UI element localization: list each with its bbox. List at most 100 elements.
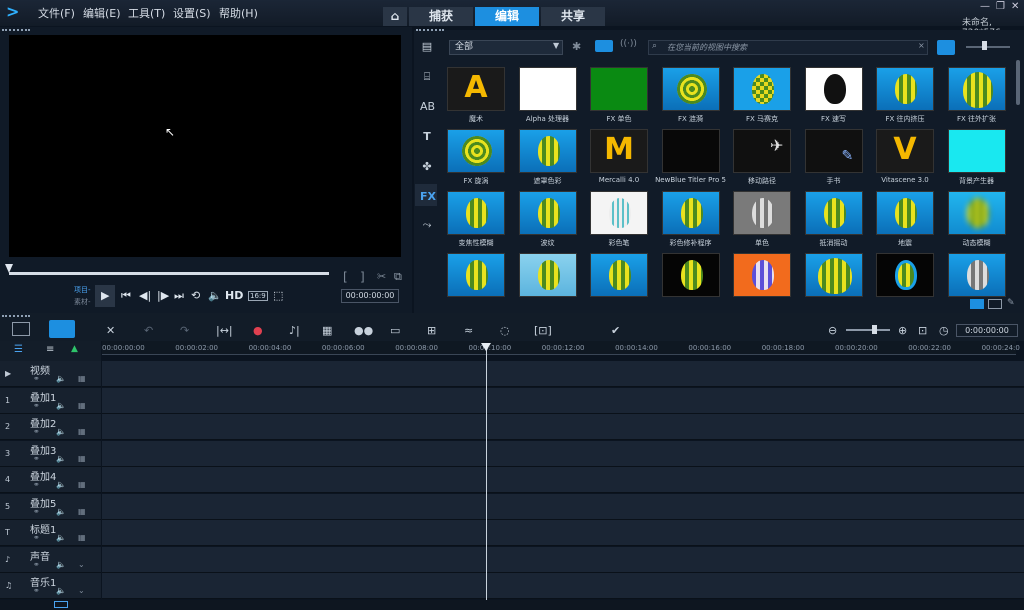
link-icon[interactable]: ⚭ (33, 454, 40, 463)
subtitle-editor-icon[interactable]: ▭ (390, 324, 400, 337)
mute-icon[interactable]: 🔈 (56, 480, 66, 489)
transition-icon[interactable]: AB (420, 100, 435, 114)
link-icon[interactable]: ⚭ (33, 586, 40, 595)
timeline-ruler[interactable] (102, 341, 1016, 355)
effect-preview[interactable] (804, 191, 863, 235)
effect-preview[interactable] (947, 129, 1006, 173)
mute-icon[interactable]: 🔈 (56, 586, 66, 595)
track-header[interactable]: 3 叠加3 ⚭ 🔈 ▦ (0, 440, 101, 467)
effect-preview[interactable]: M (590, 129, 648, 173)
library-scrollbar[interactable] (1016, 60, 1020, 105)
pan-zoom-icon[interactable]: [⊡] (534, 324, 552, 337)
timecode-field[interactable]: 00:00:00:00 (341, 289, 399, 303)
effect-thumbnail[interactable] (733, 253, 793, 299)
track-header[interactable]: 1 叠加1 ⚭ 🔈 ▦ (0, 387, 101, 414)
home-icon[interactable]: ⏮ (121, 289, 131, 303)
link-icon[interactable]: ⚭ (33, 427, 40, 436)
effect-preview[interactable] (518, 129, 577, 173)
track-header[interactable]: 4 叠加4 ⚭ 🔈 ▦ (0, 467, 101, 493)
title-icon[interactable]: T (420, 130, 434, 144)
effect-preview[interactable] (661, 253, 720, 297)
menu-edit[interactable]: 编辑(E) (83, 5, 121, 21)
effect-thumbnail[interactable]: 变焦性模糊 (447, 191, 507, 251)
menu-file[interactable]: 文件(F) (38, 5, 75, 21)
storyboard-view-icon[interactable] (12, 322, 30, 336)
preview-window[interactable] (9, 35, 401, 257)
mask-creator-icon[interactable]: ◌ (500, 324, 510, 337)
effect-thumbnail[interactable]: FX 速写 (804, 67, 865, 127)
time-remapping-icon[interactable]: ≈ (464, 324, 473, 337)
effect-preview[interactable] (947, 253, 1006, 297)
list-view-icon[interactable] (970, 299, 984, 309)
effect-preview[interactable] (804, 67, 863, 111)
link-icon[interactable]: ⚭ (33, 507, 40, 516)
effect-thumbnail[interactable] (590, 253, 650, 299)
effect-thumbnail[interactable]: FX 涟漪 (661, 67, 722, 127)
track-header[interactable]: 5 叠加5 ⚭ 🔈 ▦ (0, 493, 101, 520)
effect-preview[interactable]: ✈ (733, 129, 791, 173)
play-icon[interactable]: ▶ (101, 289, 109, 302)
track-option-icon[interactable]: ▦ (78, 374, 86, 383)
zoom-out-icon[interactable]: ⊖ (828, 324, 837, 337)
menu-tools[interactable]: 工具(T) (128, 5, 165, 21)
effect-preview[interactable] (447, 191, 505, 235)
effect-thumbnail[interactable]: 单色 (733, 191, 793, 251)
prev-frame-icon[interactable]: ◀| (139, 289, 151, 302)
effect-preview[interactable] (518, 253, 577, 297)
effect-preview[interactable] (447, 129, 505, 173)
effect-thumbnail[interactable]: FX 往外扩张 (947, 67, 1008, 127)
audio-filter-icon[interactable]: ((·)) (620, 39, 637, 49)
tab-share[interactable]: 共享 (541, 7, 605, 26)
scrub-bar[interactable] (9, 272, 329, 275)
instant-project-save-icon[interactable]: ✔ (611, 324, 620, 337)
timeline-view-icon[interactable] (49, 320, 75, 338)
effect-preview[interactable] (733, 191, 791, 235)
add-to-favorites-icon[interactable]: ✱ (572, 40, 581, 53)
hd-button[interactable]: HD (225, 289, 243, 302)
timeline-gripper[interactable] (2, 315, 30, 318)
link-icon[interactable]: ⚭ (33, 533, 40, 542)
effect-thumbnail[interactable]: NewBlue Titler Pro 5 (655, 129, 726, 189)
restore-icon[interactable]: ❐ (996, 1, 1005, 12)
mark-out-icon[interactable]: ] (360, 270, 365, 284)
effect-thumbnail[interactable]: 彩色笔 (590, 191, 650, 251)
track-lane[interactable] (102, 493, 1024, 520)
zoom-in-icon[interactable]: ⊕ (898, 324, 907, 337)
category-dropdown[interactable]: 全部 (449, 40, 563, 55)
volume-icon[interactable]: 🔈 (208, 289, 222, 302)
track-option-icon[interactable]: ⌄ (78, 560, 85, 569)
effect-preview[interactable]: A (447, 67, 505, 111)
mute-icon[interactable]: 🔈 (56, 507, 66, 516)
track-option-icon[interactable]: ▦ (78, 533, 86, 542)
minimize-icon[interactable]: — (980, 1, 990, 12)
effect-preview[interactable] (947, 67, 1006, 111)
thumbnail-size-slider[interactable] (966, 46, 1010, 48)
effect-preview[interactable] (876, 67, 934, 111)
aspect-ratio-button[interactable]: 16:9 (248, 291, 268, 301)
next-frame-icon[interactable]: |▶ (157, 289, 169, 302)
effect-preview[interactable]: V (876, 129, 934, 173)
menu-help[interactable]: 帮助(H) (219, 5, 258, 21)
slider-handle[interactable] (982, 41, 987, 50)
record-icon[interactable]: ● (253, 324, 263, 337)
track-lane[interactable] (102, 361, 1024, 387)
thumbnail-view-icon[interactable] (937, 40, 955, 55)
menu-settings[interactable]: 设置(S) (173, 5, 211, 21)
filter-icon[interactable]: FX (420, 190, 436, 204)
effect-thumbnail[interactable] (804, 253, 865, 299)
path-icon[interactable]: ⤳ (420, 218, 434, 232)
effect-thumbnail[interactable]: 地震 (876, 191, 936, 251)
effect-preview[interactable] (947, 191, 1006, 235)
track-lane[interactable] (102, 573, 1024, 599)
effect-thumbnail[interactable]: FX 单色 (590, 67, 650, 127)
multi-camera-icon[interactable]: ⊞ (427, 324, 436, 337)
track-option-icon[interactable]: ▦ (78, 480, 86, 489)
effect-thumbnail[interactable]: 背景产生器 (947, 129, 1008, 189)
track-lane[interactable] (102, 387, 1024, 414)
enlarge-icon[interactable]: ⧉ (394, 270, 402, 284)
effect-thumbnail[interactable] (518, 253, 579, 299)
effect-preview[interactable] (518, 191, 577, 235)
end-icon[interactable]: ⏭ (174, 289, 184, 303)
split-clip-icon[interactable]: ✂ (377, 270, 386, 283)
effect-thumbnail[interactable] (947, 253, 1008, 299)
